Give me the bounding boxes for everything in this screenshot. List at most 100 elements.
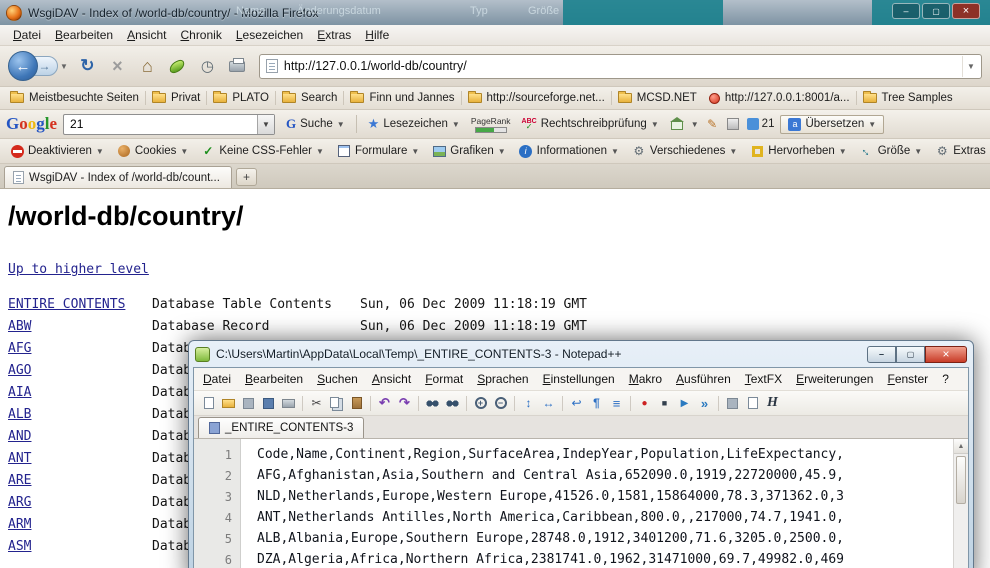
bookmark-search[interactable]: Search (276, 90, 343, 106)
close-button[interactable] (952, 3, 980, 19)
google-bookmarks-button[interactable]: Lesezeichen▼ (363, 114, 465, 134)
translate-button[interactable]: Übersetzen▼ (780, 115, 884, 134)
up-to-higher-level-link[interactable]: Up to higher level (8, 262, 149, 277)
tab-wsgidav[interactable]: WsgiDAV - Index of /world-db/count... (4, 166, 232, 188)
save-macro-button[interactable] (723, 394, 742, 413)
npp-menu-einstellungen[interactable]: Einstellungen (536, 370, 622, 388)
sidewiki-button[interactable] (670, 117, 685, 132)
record-macro-button[interactable] (635, 394, 654, 413)
history-timer-button[interactable] (195, 53, 220, 79)
zoom-out-button[interactable]: − (491, 394, 510, 413)
url-text[interactable]: http://127.0.0.1/world-db/country/ (284, 59, 962, 73)
google-search-button[interactable]: GSuche▼ (281, 114, 350, 134)
entry-link[interactable]: ANT (8, 448, 152, 470)
print-button[interactable] (225, 53, 250, 79)
npp-menu-hilfe[interactable]: ? (935, 370, 956, 388)
webdev-formulare[interactable]: Formulare▼ (331, 142, 425, 160)
scroll-thumb[interactable] (956, 456, 966, 504)
refresh-button[interactable] (75, 53, 100, 79)
menu-chronik[interactable]: Chronik (173, 26, 228, 44)
webdev-hervorheben[interactable]: Hervorheben▼ (744, 142, 852, 160)
webdev-extras[interactable]: Extras▼ (929, 142, 990, 160)
paste-button[interactable] (347, 394, 366, 413)
print-button[interactable] (279, 394, 298, 413)
find-button[interactable] (423, 394, 442, 413)
npp-menu-bearbeiten[interactable]: Bearbeiten (238, 370, 310, 388)
search-dropdown-icon[interactable]: ▼ (257, 115, 274, 134)
entry-link[interactable]: AFG (8, 338, 152, 360)
bookmark-localhost-8001[interactable]: http://127.0.0.1:8001/a... (703, 90, 856, 106)
entry-link[interactable]: ARM (8, 514, 152, 536)
minimize-button[interactable] (892, 3, 920, 19)
npp-menu-textfx[interactable]: TextFX (738, 370, 789, 388)
word-wrap-button[interactable] (567, 394, 586, 413)
run-macro-multiple-button[interactable] (695, 394, 714, 413)
doc-switcher-button[interactable] (743, 394, 762, 413)
npp-menu-erweiterungen[interactable]: Erweiterungen (789, 370, 880, 388)
webdev-deaktivieren[interactable]: Deaktivieren▼ (4, 142, 110, 160)
cut-button[interactable] (307, 394, 326, 413)
menu-ansicht[interactable]: Ansicht (120, 26, 173, 44)
stop-macro-button[interactable] (655, 394, 674, 413)
spellcheck-button[interactable]: ABC✓Rechtschreibprüfung▼ (517, 116, 664, 133)
url-bar[interactable]: http://127.0.0.1/world-db/country/ ▼ (259, 54, 982, 79)
entry-link[interactable]: ABW (8, 316, 152, 338)
npp-menu-sprachen[interactable]: Sprachen (470, 370, 535, 388)
close-button[interactable] (925, 346, 967, 363)
scroll-up-icon[interactable]: ▲ (954, 439, 968, 454)
sync-vertical-scroll-button[interactable] (519, 394, 538, 413)
npp-menu-format[interactable]: Format (418, 370, 470, 388)
open-file-button[interactable] (219, 394, 238, 413)
counter-badge[interactable]: 21 (747, 118, 775, 130)
notepad-titlebar[interactable]: C:\Users\Martin\AppData\Local\Temp\_ENTI… (189, 341, 973, 367)
textfx-html-button[interactable] (763, 394, 782, 413)
zoom-in-button[interactable]: + (471, 394, 490, 413)
bookmark-sourceforge[interactable]: http://sourceforge.net... (462, 90, 611, 106)
highlighter-button[interactable] (705, 117, 720, 132)
redo-button[interactable] (395, 394, 414, 413)
npp-menu-fenster[interactable]: Fenster (880, 370, 935, 388)
menu-hilfe[interactable]: Hilfe (358, 26, 396, 44)
menu-extras[interactable]: Extras (310, 26, 358, 44)
webdev-cookies[interactable]: Cookies▼ (111, 142, 194, 160)
bookmark-plato[interactable]: PLATO (207, 90, 275, 106)
menu-bearbeiten[interactable]: Bearbeiten (48, 26, 120, 44)
pagerank-indicator[interactable]: PageRank (471, 116, 511, 133)
maximize-button[interactable] (896, 346, 925, 363)
webdev-css[interactable]: Keine CSS-Fehler▼ (195, 142, 330, 160)
indent-guide-button[interactable] (607, 394, 626, 413)
npp-menu-datei[interactable]: Datei (196, 370, 238, 388)
show-all-characters-button[interactable] (587, 394, 606, 413)
autofill-button[interactable] (726, 117, 741, 132)
undo-button[interactable] (375, 394, 394, 413)
notepad-editor[interactable]: 1Code,Name,Continent,Region,SurfaceArea,… (194, 439, 968, 568)
menu-lesezeichen[interactable]: Lesezeichen (229, 26, 310, 44)
save-button[interactable] (239, 394, 258, 413)
npp-menu-makro[interactable]: Makro (622, 370, 669, 388)
npp-menu-ausfuehren[interactable]: Ausführen (669, 370, 738, 388)
entry-link[interactable]: ASM (8, 536, 152, 558)
bookmark-tree-samples[interactable]: Tree Samples (857, 90, 959, 106)
webdev-grafiken[interactable]: Grafiken▼ (426, 142, 511, 160)
bookmark-finn-und-jannes[interactable]: Finn und Jannes (344, 90, 460, 106)
maximize-button[interactable] (922, 3, 950, 19)
webdev-informationen[interactable]: Informationen▼ (513, 142, 625, 160)
history-dropdown-icon[interactable]: ▼ (60, 62, 68, 71)
bookmark-privat[interactable]: Privat (146, 90, 206, 106)
entry-link[interactable]: ARG (8, 492, 152, 514)
notepad-tab-entire-contents[interactable]: _ENTIRE_CONTENTS-3 (198, 417, 364, 438)
entry-link[interactable]: AIA (8, 382, 152, 404)
menu-datei[interactable]: Datei (6, 26, 48, 44)
google-search-input[interactable]: 21 ▼ (63, 114, 275, 135)
google-search-value[interactable]: 21 (70, 117, 257, 131)
back-button[interactable] (8, 51, 38, 81)
minimize-button[interactable] (867, 346, 896, 363)
bookmark-mcsd[interactable]: MCSD.NET (612, 90, 703, 106)
copy-button[interactable] (327, 394, 346, 413)
play-macro-button[interactable] (675, 394, 694, 413)
chevron-down-icon[interactable]: ▼ (691, 120, 699, 129)
npp-menu-suchen[interactable]: Suchen (310, 370, 365, 388)
entry-link[interactable]: AGO (8, 360, 152, 382)
entry-link[interactable]: ARE (8, 470, 152, 492)
new-tab-button[interactable]: + (236, 168, 257, 186)
